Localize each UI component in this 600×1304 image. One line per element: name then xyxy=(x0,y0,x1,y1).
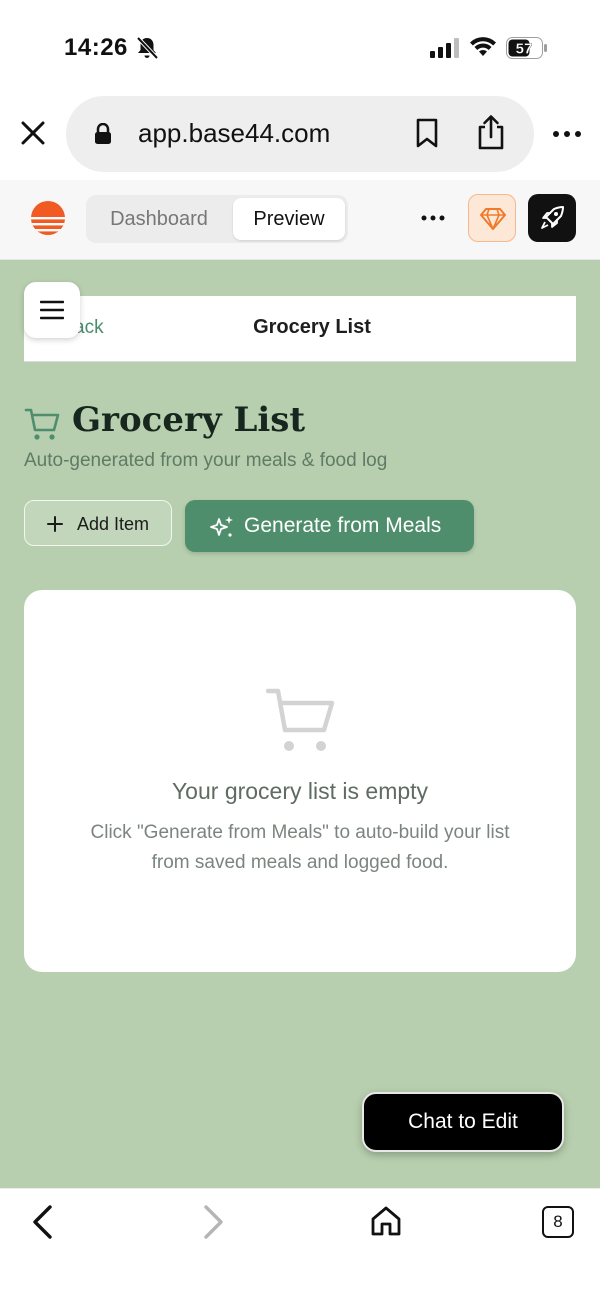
bell-slash-icon xyxy=(136,36,158,60)
page-title: Grocery List xyxy=(72,400,306,440)
rocket-icon xyxy=(541,206,564,229)
generate-label: Generate from Meals xyxy=(244,514,442,537)
app-logo-icon[interactable] xyxy=(30,200,66,236)
header-title: Grocery List xyxy=(253,316,371,338)
app-preview: Grocery List ack Grocery List Auto-gener… xyxy=(0,260,600,1188)
menu-button[interactable] xyxy=(24,282,80,338)
address-bar[interactable]: app.base44.com xyxy=(66,96,534,172)
browser-bottom-toolbar: 8 xyxy=(0,1188,600,1304)
more-icon[interactable] xyxy=(420,214,446,222)
upgrade-button[interactable] xyxy=(468,194,516,242)
app-toolbar: Dashboard Preview xyxy=(0,180,600,260)
empty-state-title: Your grocery list is empty xyxy=(171,778,429,804)
publish-button[interactable] xyxy=(528,194,576,242)
share-icon[interactable] xyxy=(476,114,506,150)
page-subtitle: Auto-generated from your meals & food lo… xyxy=(24,450,388,471)
shopping-cart-icon xyxy=(24,408,60,440)
more-icon[interactable] xyxy=(552,130,582,138)
add-item-button[interactable]: Add Item xyxy=(24,500,172,546)
hamburger-menu-icon xyxy=(40,300,64,320)
empty-state-card: Your grocery list is empty Click "Genera… xyxy=(24,590,576,972)
close-icon[interactable] xyxy=(18,118,48,148)
generate-from-meals-button[interactable]: Generate from Meals xyxy=(185,500,474,552)
bookmark-icon[interactable] xyxy=(414,118,440,148)
signal-icon xyxy=(430,38,459,58)
shopping-cart-icon xyxy=(266,688,335,751)
browser-address-area: app.base44.com xyxy=(0,96,600,180)
home-icon[interactable] xyxy=(370,1205,402,1237)
lock-icon xyxy=(95,123,111,144)
view-switcher: Dashboard Preview xyxy=(86,195,348,243)
forward-arrow-icon[interactable] xyxy=(202,1205,226,1239)
plus-icon xyxy=(47,516,63,532)
wifi-icon xyxy=(470,37,496,56)
gem-icon xyxy=(480,208,506,230)
battery-icon: 57 xyxy=(506,37,547,59)
tab-preview[interactable]: Preview xyxy=(233,198,345,240)
status-bar: 14:26 57 xyxy=(0,0,600,96)
back-arrow-icon[interactable] xyxy=(30,1205,54,1239)
chat-to-edit-button[interactable]: Chat to Edit xyxy=(362,1092,564,1152)
chat-to-edit-label: Chat to Edit xyxy=(408,1110,518,1133)
status-time: 14:26 xyxy=(64,34,128,61)
empty-state-description: Click "Generate from Meals" to auto-buil… xyxy=(90,822,510,873)
url-text[interactable]: app.base44.com xyxy=(138,118,330,149)
battery-level: 57 xyxy=(516,41,533,58)
add-item-label: Add Item xyxy=(77,514,150,534)
page-header: Grocery List ack xyxy=(24,296,576,362)
tab-dashboard[interactable]: Dashboard xyxy=(86,195,232,243)
sparkles-icon xyxy=(210,516,233,537)
tabs-button[interactable]: 8 xyxy=(542,1206,574,1238)
